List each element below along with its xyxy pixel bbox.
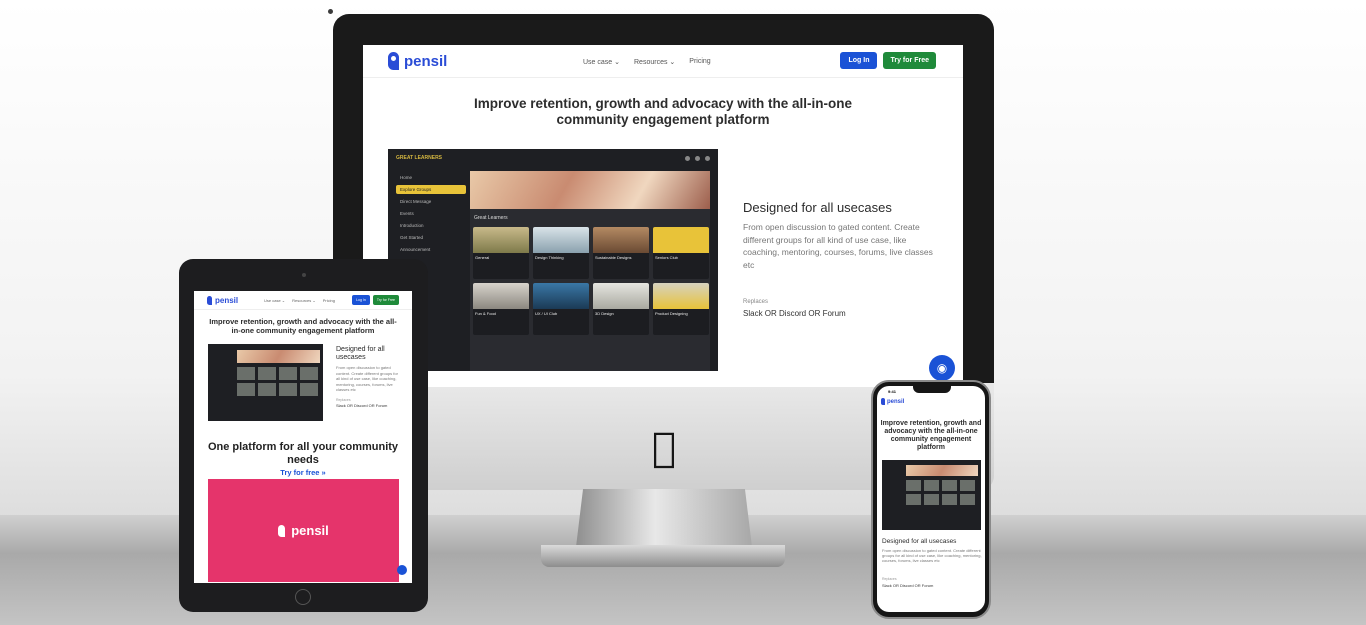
tablet-features-title: Designed for all usecases (336, 346, 385, 361)
sidebar-item-announcement: Announcement (400, 247, 431, 252)
tablet-video-player[interactable]: pensil (208, 479, 399, 582)
top-nav: pensil Use case ⌄ Resources ⌄ Pricing Lo… (363, 45, 963, 78)
replaces-alternatives: Slack OR Discord OR Forum (743, 309, 846, 318)
tablet-features: Designed for all usecases From open disc… (336, 346, 400, 408)
tablet-app-screenshot (208, 344, 323, 421)
pensil-logo-icon (881, 398, 885, 405)
app-main: Great Learners General Design Thinking S… (470, 171, 710, 371)
search-icon (685, 155, 690, 161)
phone-replaces-label: Replaces (882, 577, 897, 581)
apple-logo-icon:  (646, 426, 682, 470)
user-icon (695, 155, 700, 161)
ipad-camera (302, 273, 306, 277)
group-card: Sustainable Designs (593, 227, 649, 279)
phone-app-screenshot (882, 460, 981, 530)
tablet-hero-title: Improve retention, growth and advocacy w… (209, 317, 397, 335)
sidebar-item-get-started: Get Started (400, 235, 424, 240)
brand-name: pensil (404, 52, 448, 70)
tablet-features-desc: From open discussion to gated content. C… (336, 365, 398, 392)
features-title: Designed for all usecases (743, 200, 892, 215)
try-free-button[interactable]: Try for Free (883, 52, 936, 69)
nav-links: Use case ⌄ Resources ⌄ Pricing (583, 58, 711, 66)
sidebar-item-home: Home (400, 175, 413, 180)
tablet-nav-pricing[interactable]: Pricing (323, 298, 335, 303)
tablet-nav-resources[interactable]: Resources ⌄ (292, 298, 316, 303)
chat-icon[interactable]: ◉ (929, 355, 955, 381)
app-screenshot: GREAT LEARNERS Home Explore Groups Direc… (388, 149, 718, 371)
imac-stand-base (541, 545, 785, 567)
sidebar-item-direct-message: Direct Message (400, 199, 432, 204)
ipad-home-button (295, 589, 311, 605)
tablet-nav-use-case[interactable]: Use case ⌄ (264, 298, 285, 303)
sidebar-item-events: Events (400, 211, 414, 216)
tablet-headline: One platform for all your community need… (207, 441, 399, 466)
features-block: Designed for all usecases From open disc… (743, 200, 933, 318)
sidebar-item-explore-groups: Explore Groups (396, 185, 466, 194)
group-cards: General Design Thinking Sustainable Desi… (470, 227, 710, 335)
nav-link-resources[interactable]: Resources ⌄ (634, 58, 675, 66)
brand-logo[interactable]: pensil (388, 52, 447, 70)
phone-features-title: Designed for all usecases (882, 538, 957, 545)
tablet-brand-name: pensil (215, 295, 239, 305)
pensil-logo-icon (388, 52, 399, 70)
group-card: Fun & Food (473, 283, 529, 335)
pensil-logo-icon (207, 295, 212, 305)
group-card: Product Designing (653, 283, 709, 335)
tablet-screen: pensil Use case ⌄ Resources ⌄ Pricing Lo… (194, 291, 412, 583)
phone-status-time: 9:41 (888, 389, 897, 394)
group-card: Seniors Club (653, 227, 709, 279)
imac-stand-neck (576, 489, 752, 547)
phone-alternatives: Slack OR Discord OR Forum (882, 583, 934, 588)
tablet-brand-logo[interactable]: pensil (207, 295, 239, 305)
tablet-login-button[interactable]: Log In (352, 295, 370, 305)
app-name: GREAT LEARNERS (396, 155, 443, 161)
phone-brand-logo[interactable]: pensil (881, 398, 904, 405)
group-card: General (473, 227, 529, 279)
login-button[interactable]: Log In (840, 52, 878, 69)
pensil-logo-icon (278, 524, 286, 537)
tablet-try-link[interactable]: Try for free » (194, 468, 412, 477)
avatar (705, 155, 710, 161)
sidebar-item-introduction: Introduction (400, 223, 424, 228)
app-section-title: Great Learners (474, 215, 508, 221)
app-topbar: GREAT LEARNERS (388, 149, 718, 167)
phone-hero-title: Improve retention, growth and advocacy w… (880, 420, 982, 451)
group-card: Design Thinking (533, 227, 589, 279)
imac-camera (328, 9, 333, 14)
tablet-try-button[interactable]: Try for Free (372, 295, 399, 305)
group-card: 3D Design (593, 283, 649, 335)
nav-link-use-case[interactable]: Use case ⌄ (583, 58, 620, 66)
features-description: From open discussion to gated content. C… (743, 222, 933, 270)
video-brand: pensil (291, 523, 329, 538)
hero-title: Improve retention, growth and advocacy w… (473, 96, 853, 127)
phone-features-desc: From open discussion to gated content. C… (882, 548, 982, 563)
nav-link-pricing[interactable]: Pricing (689, 58, 710, 66)
tablet-replaces-label: Replaces (336, 397, 351, 402)
phone-brand-name: pensil (887, 398, 905, 405)
app-sidebar: Home Explore Groups Direct Message Event… (396, 173, 466, 269)
tablet-alternatives: Slack OR Discord OR Forum (336, 402, 388, 408)
desktop-screen: pensil Use case ⌄ Resources ⌄ Pricing Lo… (363, 45, 963, 387)
tablet-chat-icon[interactable] (397, 565, 407, 575)
app-banner-image (470, 171, 710, 209)
iphone-notch (913, 385, 951, 393)
group-card: UX / UI Club (533, 283, 589, 335)
tablet-nav: pensil Use case ⌄ Resources ⌄ Pricing Lo… (194, 291, 412, 310)
replaces-label: Replaces (743, 299, 769, 305)
